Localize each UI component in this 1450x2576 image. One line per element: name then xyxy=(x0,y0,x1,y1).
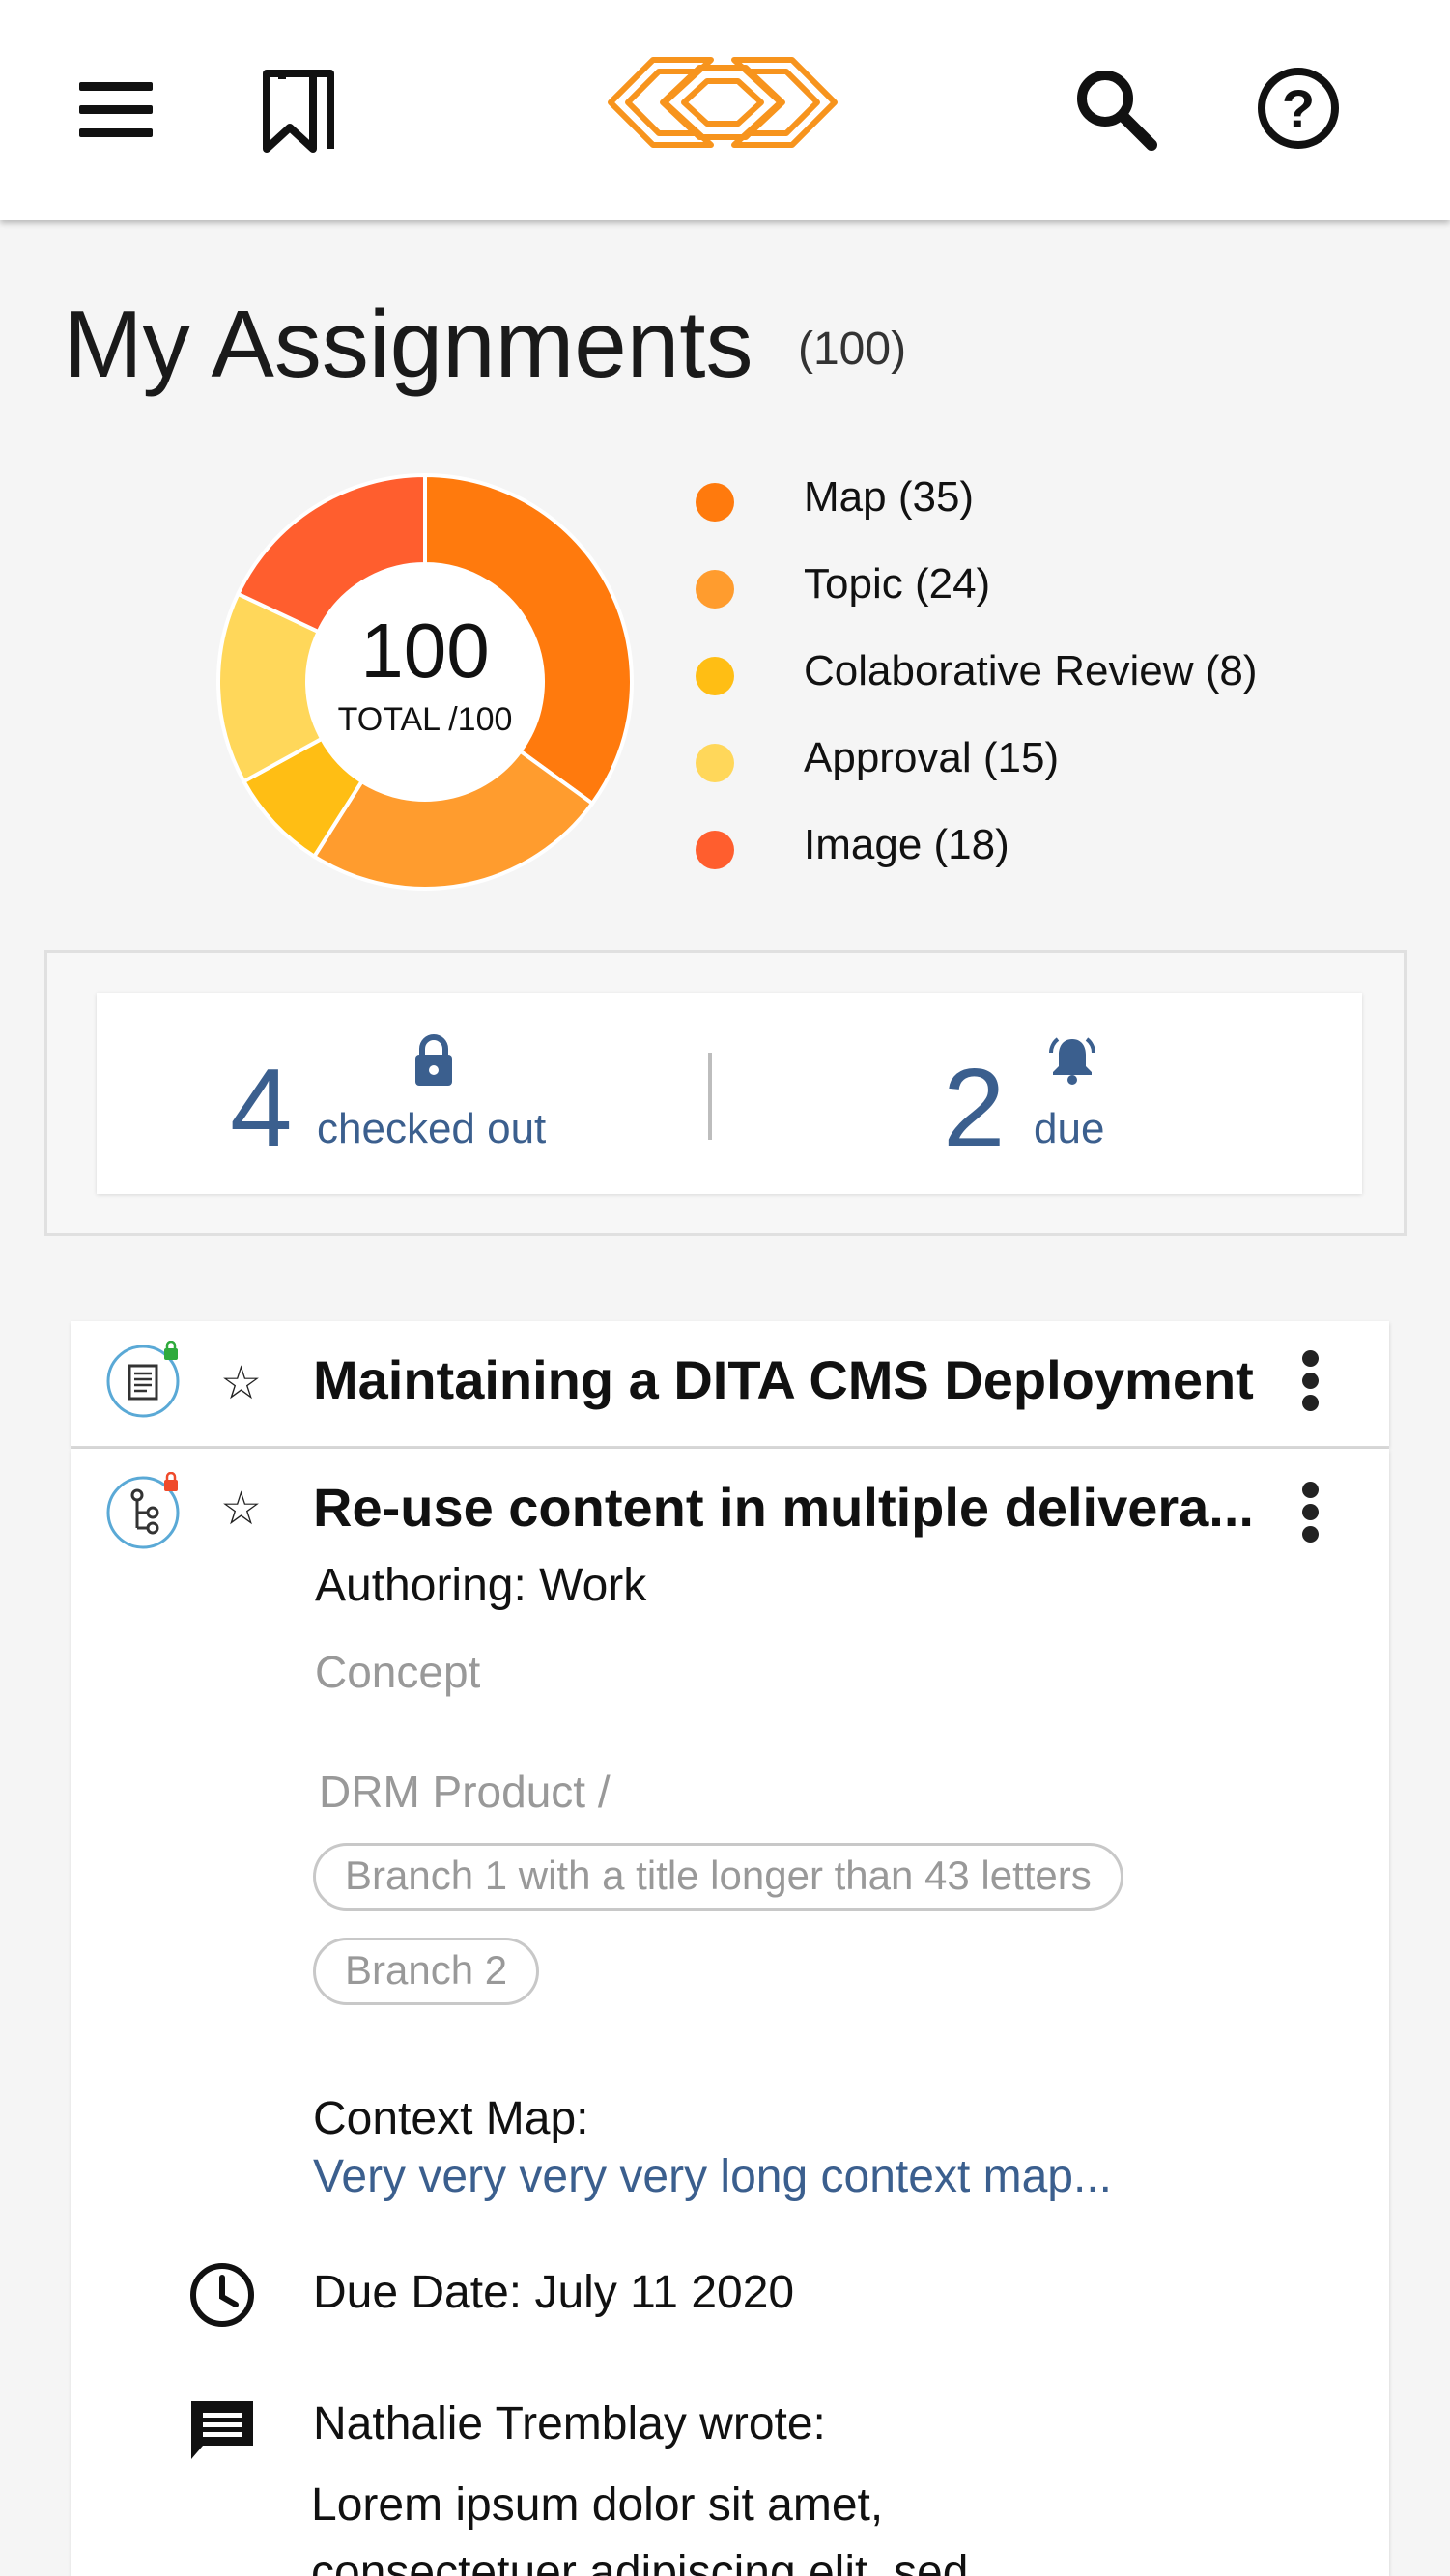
legend-label: Approval (15) xyxy=(804,734,1060,781)
legend-dot xyxy=(696,570,734,609)
favorite-star-icon[interactable]: ☆ xyxy=(220,1482,262,1536)
legend-label: Map (35) xyxy=(804,473,975,521)
branch-chip[interactable]: Branch 2 xyxy=(313,1938,540,2005)
checked-out-label[interactable]: checked out xyxy=(317,1105,546,1153)
comment-icon xyxy=(191,2401,253,2459)
legend-dot xyxy=(696,744,734,782)
menu-icon[interactable] xyxy=(70,72,162,150)
comment-text-continued: consectetuer adipiscing elit, sed xyxy=(311,2547,969,2576)
more-options-icon[interactable] xyxy=(1293,1346,1327,1414)
help-icon[interactable]: ? xyxy=(1250,58,1347,155)
favorite-star-icon[interactable]: ☆ xyxy=(220,1356,262,1410)
more-options-icon[interactable] xyxy=(1293,1478,1327,1545)
assignment-count: (100) xyxy=(798,324,907,375)
comment-text: Lorem ipsum dolor sit amet, xyxy=(311,2479,884,2531)
context-map-label: Context Map: xyxy=(313,2093,589,2144)
due-label[interactable]: due xyxy=(1034,1105,1104,1153)
legend-dot xyxy=(696,483,734,522)
topic-document-icon xyxy=(106,1341,180,1418)
stats-divider xyxy=(708,1053,712,1140)
legend-label: Image (18) xyxy=(804,821,1009,868)
assignment-title[interactable]: Re-use content in multiple delivera... xyxy=(313,1476,1254,1539)
bell-icon xyxy=(1049,1037,1095,1085)
legend-dot xyxy=(696,831,734,869)
checked-out-count[interactable]: 4 xyxy=(230,1043,293,1173)
due-count[interactable]: 2 xyxy=(943,1043,1006,1173)
legend-dot xyxy=(696,657,734,695)
comment-author: Nathalie Tremblay wrote: xyxy=(313,2398,826,2449)
page-title: My Assignments xyxy=(64,291,753,397)
search-icon[interactable] xyxy=(1066,60,1163,156)
assignment-title[interactable]: Maintaining a DITA CMS Deployment xyxy=(313,1348,1254,1411)
bookmarks-icon[interactable] xyxy=(253,64,342,160)
branch-chip[interactable]: Branch 1 with a title longer than 43 let… xyxy=(313,1843,1123,1911)
donut-total-value: 100 xyxy=(360,608,490,694)
legend-label: Colaborative Review (8) xyxy=(804,647,1258,694)
svg-text:?: ? xyxy=(1282,78,1315,139)
document-type: Concept xyxy=(315,1647,481,1697)
context-map-link[interactable]: Very very very very long context map... xyxy=(313,2150,1112,2203)
logo-icon[interactable] xyxy=(607,48,839,164)
lock-icon xyxy=(415,1034,452,1086)
product-path: DRM Product / xyxy=(319,1767,611,1817)
clock-icon xyxy=(190,2263,254,2327)
workflow-stage: Authoring: Work xyxy=(315,1560,647,1611)
map-document-icon xyxy=(106,1472,180,1549)
app-header: ? xyxy=(0,0,1450,220)
legend-label: Topic (24) xyxy=(804,560,991,608)
donut-total-label: TOTAL /100 xyxy=(337,701,513,738)
due-date: Due Date: July 11 2020 xyxy=(313,2267,795,2318)
